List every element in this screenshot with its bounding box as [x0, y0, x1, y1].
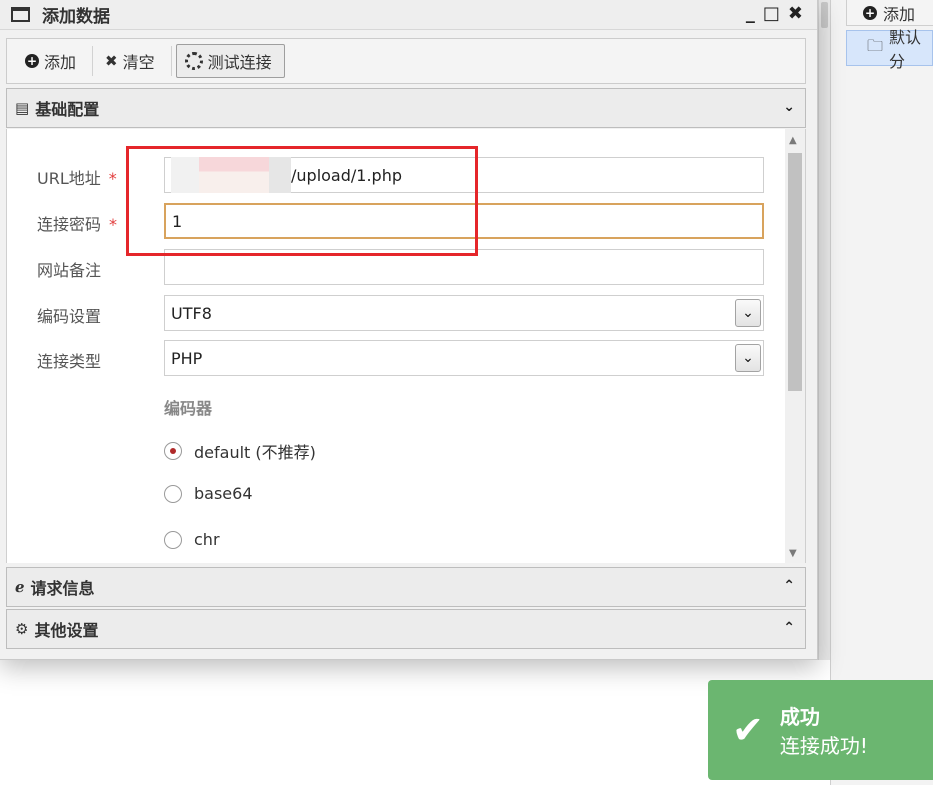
- maximize-button[interactable]: □: [763, 3, 780, 24]
- document-icon: ▤: [15, 99, 30, 117]
- chevron-down-icon[interactable]: ⌄: [783, 99, 795, 115]
- spinner-icon: [184, 52, 203, 70]
- redacted-segment: [199, 157, 269, 193]
- plus-circle-icon: +: [863, 5, 877, 20]
- close-x-icon: ✖: [105, 52, 118, 70]
- type-row: 连接类型 PHP ⌄: [7, 340, 787, 376]
- encoding-value: UTF8: [171, 303, 212, 323]
- dialog-toolbar: + 添加 ✖ 清空 测试连接: [6, 38, 806, 84]
- toast-text: 成功 连接成功!: [780, 701, 868, 759]
- chevron-up-icon[interactable]: ⌃: [783, 578, 795, 594]
- add-button[interactable]: + 添加: [17, 44, 88, 78]
- background-add-button[interactable]: 添加: [883, 1, 915, 25]
- note-input[interactable]: [164, 249, 764, 285]
- ie-icon: ℯ: [15, 578, 25, 596]
- clear-button-label: 清空: [122, 53, 155, 72]
- encoder-option-label: base64: [194, 484, 253, 503]
- scroll-thumb[interactable]: [788, 153, 802, 391]
- type-value: PHP: [171, 348, 203, 368]
- note-label: 网站备注: [37, 261, 102, 280]
- content-scrollbar[interactable]: ▲ ▼: [785, 129, 805, 563]
- folder-icon: 🗀: [867, 35, 884, 55]
- type-label: 连接类型: [37, 352, 102, 371]
- test-connection-button[interactable]: 测试连接: [175, 44, 285, 78]
- radio-icon[interactable]: [164, 484, 182, 503]
- add-data-dialog: 添加数据 _ □ ✖ + 添加 ✖ 清空 测试连接 ▤ 基础配置 ⌄ URL地址…: [0, 0, 818, 660]
- test-connection-label: 测试连接: [207, 53, 272, 72]
- close-button[interactable]: ✖: [788, 3, 803, 24]
- toast-title: 成功: [779, 705, 820, 729]
- url-row: URL地址 * /upload/1.php: [7, 157, 787, 193]
- radio-selected-icon[interactable]: [164, 442, 182, 460]
- encoder-option-label: chr: [194, 530, 220, 549]
- password-label: 连接密码 *: [37, 215, 118, 234]
- section-basic-title: 基础配置: [35, 100, 100, 119]
- gears-icon: ⚙: [15, 620, 29, 638]
- redacted-segment: [171, 157, 199, 193]
- plus-circle-icon: +: [25, 54, 39, 68]
- toolbar-divider: [92, 46, 94, 76]
- background-list-item[interactable]: 🗀 默认分: [846, 28, 933, 71]
- scroll-down-icon[interactable]: ▼: [789, 548, 797, 559]
- clear-button[interactable]: ✖ 清空: [97, 44, 167, 78]
- chevron-down-icon[interactable]: ⌄: [735, 344, 761, 372]
- add-button-label: 添加: [44, 53, 77, 72]
- titlebar[interactable]: 添加数据 _ □ ✖: [0, 0, 817, 30]
- encoder-option-chr[interactable]: chr: [164, 530, 220, 549]
- basic-config-panel: URL地址* /upload/1.php 连接密码* 1 网站备注 编码设置: [6, 129, 806, 563]
- url-input[interactable]: /upload/1.php: [164, 157, 764, 193]
- section-request-header[interactable]: ℯ 请求信息 ⌃: [6, 567, 806, 607]
- background-scroll-thumb[interactable]: [821, 2, 828, 28]
- url-value: /upload/1.php: [291, 165, 402, 185]
- window-icon: [11, 7, 30, 22]
- window-title: 添加数据: [42, 7, 110, 27]
- radio-icon[interactable]: [164, 530, 182, 549]
- scroll-up-icon[interactable]: ▲: [789, 135, 797, 146]
- encoder-option-base64[interactable]: base64: [164, 484, 253, 503]
- encoding-label: 编码设置: [37, 307, 102, 326]
- success-toast: ✔ 成功 连接成功!: [708, 680, 933, 780]
- encoding-row: 编码设置 UTF8 ⌄: [7, 295, 787, 331]
- minimize-button[interactable]: _: [746, 3, 755, 24]
- password-input[interactable]: 1: [164, 203, 764, 239]
- toast-message: 连接成功!: [779, 734, 868, 758]
- checkmark-icon: ✔: [732, 708, 764, 752]
- section-other-header[interactable]: ⚙ 其他设置 ⌃: [6, 609, 806, 649]
- note-row: 网站备注: [7, 249, 787, 285]
- background-list-item-label: 默认分: [889, 28, 922, 71]
- section-request-title: 请求信息: [30, 579, 95, 598]
- url-label: URL地址 *: [37, 169, 117, 188]
- type-select[interactable]: PHP ⌄: [164, 340, 764, 376]
- chevron-down-icon[interactable]: ⌄: [735, 299, 761, 327]
- section-basic-header[interactable]: ▤ 基础配置 ⌄: [6, 88, 806, 128]
- background-toolbar: + 添加: [846, 0, 933, 26]
- toolbar-divider: [170, 46, 172, 76]
- background-panel: [830, 0, 933, 785]
- encoding-select[interactable]: UTF8 ⌄: [164, 295, 764, 331]
- chevron-up-icon[interactable]: ⌃: [783, 620, 795, 636]
- encoder-heading: 编码器: [164, 399, 213, 418]
- section-other-title: 其他设置: [34, 621, 99, 640]
- window-controls: _ □ ✖: [746, 3, 803, 24]
- stage: + 添加 🗀 默认分 添加数据 _ □ ✖ + 添加 ✖ 清空 测试连接 ▤ 基…: [0, 0, 933, 785]
- redacted-segment: [269, 157, 291, 193]
- encoder-option-default[interactable]: default (不推荐): [164, 439, 316, 463]
- background-scrollbar[interactable]: [818, 0, 830, 660]
- encoder-option-label: default (不推荐): [194, 443, 316, 462]
- password-row: 连接密码 * 1: [7, 203, 787, 239]
